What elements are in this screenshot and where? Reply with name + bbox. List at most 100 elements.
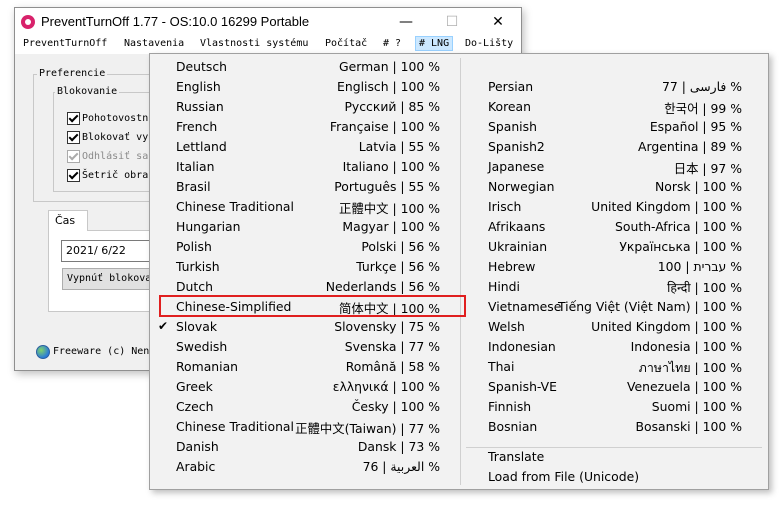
language-item[interactable]: French Française | 100 % bbox=[176, 116, 440, 136]
checkbox-logoff-label: Odhlásiť sa bbox=[82, 151, 149, 162]
freeware-link[interactable]: Freeware (c) Nen bbox=[53, 346, 149, 357]
language-item[interactable]: Spanish-VE Venezuela | 100 % bbox=[488, 376, 742, 396]
maximize-button[interactable]: ☐ bbox=[429, 8, 475, 36]
menu-lng[interactable]: # LNG bbox=[415, 36, 454, 51]
language-native-percent: Indonesia | 100 % bbox=[630, 339, 742, 354]
menu-preventturnoff[interactable]: PreventTurnOff bbox=[23, 38, 107, 49]
language-item[interactable]: Irisch United Kingdom | 100 % bbox=[488, 196, 742, 216]
language-native-percent: ελληνικά | 100 % bbox=[332, 379, 440, 394]
language-item[interactable]: Deutsch German | 100 % bbox=[176, 56, 440, 76]
language-item[interactable]: Welsh United Kingdom | 100 % bbox=[488, 316, 742, 336]
language-native-percent: Venezuela | 100 % bbox=[626, 379, 742, 394]
language-native-percent: Suomi | 100 % bbox=[651, 399, 742, 414]
window-title: PreventTurnOff 1.77 - OS:10.0 16299 Port… bbox=[41, 14, 310, 29]
language-native-percent: Norsk | 100 % bbox=[655, 179, 742, 194]
language-item[interactable]: Arabic 76 | العربية % bbox=[176, 456, 440, 476]
language-item[interactable]: Swedish Svenska | 77 % bbox=[176, 336, 440, 356]
language-item[interactable]: Romanian Română | 58 % bbox=[176, 356, 440, 376]
language-native-percent: 한국어 | 99 % bbox=[664, 101, 742, 116]
language-native-percent: 77 | فارسی % bbox=[662, 79, 742, 94]
disable-blocking-button[interactable]: Vypnúť blokova bbox=[62, 268, 158, 290]
language-item[interactable]: Lettland Latvia | 55 % bbox=[176, 136, 440, 156]
language-name: Japanese bbox=[488, 159, 545, 174]
language-item[interactable]: Bosnian Bosanski | 100 % bbox=[488, 416, 742, 436]
title-bar[interactable]: PreventTurnOff 1.77 - OS:10.0 16299 Port… bbox=[15, 8, 521, 36]
menu-help[interactable]: # ? bbox=[383, 38, 401, 49]
language-item[interactable]: Finnish Suomi | 100 % bbox=[488, 396, 742, 416]
language-item[interactable]: Hebrew 100 | עברית % bbox=[488, 256, 742, 276]
menu-translate-label: Translate bbox=[488, 449, 545, 464]
checkbox-logoff[interactable] bbox=[67, 150, 80, 163]
language-item[interactable]: Greek ελληνικά | 100 % bbox=[176, 376, 440, 396]
close-button[interactable]: ✕ bbox=[475, 8, 521, 36]
language-item[interactable]: Dutch Nederlands | 56 % bbox=[176, 276, 440, 296]
language-item[interactable]: Norwegian Norsk | 100 % bbox=[488, 176, 742, 196]
language-native-percent: Latvia | 55 % bbox=[358, 139, 440, 154]
language-name: Welsh bbox=[488, 319, 525, 334]
language-item[interactable]: English Englisch | 100 % bbox=[176, 76, 440, 96]
language-name: French bbox=[176, 119, 218, 134]
language-item[interactable]: Russian Русский | 85 % bbox=[176, 96, 440, 116]
language-item[interactable]: Hindi हिन्दी | 100 % bbox=[488, 276, 742, 296]
menu-nastavenia[interactable]: Nastavenia bbox=[124, 38, 184, 49]
language-item[interactable]: Hungarian Magyar | 100 % bbox=[176, 216, 440, 236]
language-name: Russian bbox=[176, 99, 224, 114]
language-name: Romanian bbox=[176, 359, 239, 374]
app-icon bbox=[21, 15, 35, 29]
language-item[interactable]: Chinese Traditional 正體中文 | 100 % bbox=[176, 196, 440, 216]
language-native-percent: 100 | עברית % bbox=[657, 259, 742, 274]
language-native-percent: Česky | 100 % bbox=[351, 399, 440, 414]
language-native-percent: Tiếng Việt (Việt Nam) | 100 % bbox=[557, 299, 742, 314]
language-name: Brasil bbox=[176, 179, 211, 194]
language-item[interactable]: Indonesian Indonesia | 100 % bbox=[488, 336, 742, 356]
language-name: Indonesian bbox=[488, 339, 556, 354]
language-name: Chinese Traditional bbox=[176, 199, 294, 214]
language-item[interactable]: Turkish Turkçe | 56 % bbox=[176, 256, 440, 276]
language-item[interactable]: Polish Polski | 56 % bbox=[176, 236, 440, 256]
language-native-percent: Bosanski | 100 % bbox=[635, 419, 742, 434]
language-native-percent: Argentina | 89 % bbox=[638, 139, 742, 154]
date-value: 2021/ 6/22 bbox=[66, 244, 126, 257]
language-native-percent: Slovensky | 75 % bbox=[334, 319, 440, 334]
menu-translate[interactable]: Translate bbox=[488, 446, 742, 466]
language-item[interactable]: Italian Italiano | 100 % bbox=[176, 156, 440, 176]
language-name: Ukrainian bbox=[488, 239, 548, 254]
language-item[interactable]: Korean 한국어 | 99 % bbox=[488, 96, 742, 116]
language-item[interactable]: Spanish Español | 95 % bbox=[488, 116, 742, 136]
language-name: Irisch bbox=[488, 199, 522, 214]
language-item[interactable]: Danish Dansk | 73 % bbox=[176, 436, 440, 456]
language-item[interactable]: Japanese 日本 | 97 % bbox=[488, 156, 742, 176]
language-name: Afrikaans bbox=[488, 219, 546, 234]
language-item[interactable]: Vietnamese Tiếng Việt (Việt Nam) | 100 % bbox=[488, 296, 742, 316]
language-item[interactable]: Chinese Traditional 正體中文(Taiwan) | 77 % bbox=[176, 416, 440, 436]
language-item[interactable]: Czech Česky | 100 % bbox=[176, 396, 440, 416]
language-item[interactable]: ✔ Slovak Slovensky | 75 % bbox=[158, 316, 440, 336]
minimize-button[interactable]: — bbox=[383, 8, 429, 36]
language-item[interactable]: Brasil Português | 55 % bbox=[176, 176, 440, 196]
language-item[interactable]: Ukrainian Українська | 100 % bbox=[488, 236, 742, 256]
language-native-percent: Magyar | 100 % bbox=[342, 219, 440, 234]
language-name: Hebrew bbox=[488, 259, 536, 274]
language-name: Bosnian bbox=[488, 419, 538, 434]
language-item[interactable]: Thai ภาษาไทย | 100 % bbox=[488, 356, 742, 376]
checkbox-standby[interactable] bbox=[67, 112, 80, 125]
language-native-percent: Português | 55 % bbox=[334, 179, 440, 194]
menu-pocitac[interactable]: Počítač bbox=[325, 38, 367, 49]
menu-load-from-file[interactable]: Load from File (Unicode) bbox=[488, 466, 742, 486]
column-separator bbox=[460, 58, 461, 485]
language-name: Thai bbox=[488, 359, 515, 374]
language-native-percent: 日本 | 97 % bbox=[673, 161, 742, 176]
menu-do-listy[interactable]: Do-Lišty bbox=[465, 38, 513, 49]
checkbox-block-shutdown-label: Blokovať vyp bbox=[82, 132, 155, 143]
checkbox-screensaver[interactable] bbox=[67, 169, 80, 182]
language-item[interactable]: Persian 77 | فارسی % bbox=[488, 76, 742, 96]
language-name: English bbox=[176, 79, 221, 94]
date-picker[interactable]: 2021/ 6/22 bbox=[61, 240, 158, 262]
checkbox-block-shutdown[interactable] bbox=[67, 131, 80, 144]
language-item[interactable]: Spanish2 Argentina | 89 % bbox=[488, 136, 742, 156]
language-item[interactable]: Afrikaans South-Africa | 100 % bbox=[488, 216, 742, 236]
language-native-percent: Turkçe | 56 % bbox=[356, 259, 440, 274]
tab-time[interactable]: Čas bbox=[48, 210, 88, 231]
menu-vlastnosti-systemu[interactable]: Vlastnosti systému bbox=[200, 38, 308, 49]
language-name: Vietnamese bbox=[488, 299, 562, 314]
